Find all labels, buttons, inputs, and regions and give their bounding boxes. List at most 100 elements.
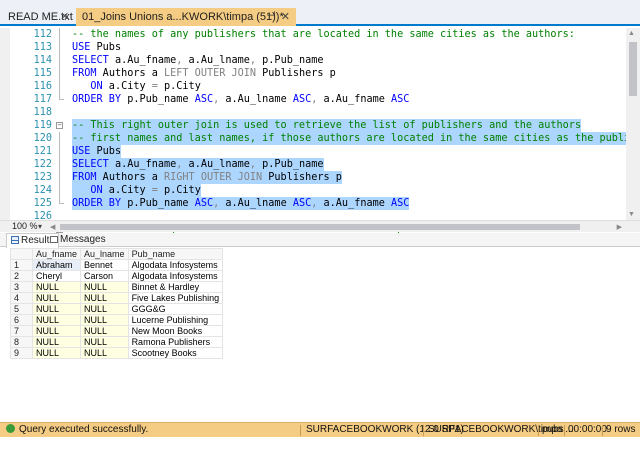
grid-cell[interactable]: Bennet <box>80 259 129 271</box>
code-lines[interactable]: 112 -- the names of any publishers that a… <box>10 28 640 236</box>
row-number-cell[interactable]: 1 <box>10 259 33 271</box>
grid-cell[interactable]: NULL <box>31 347 82 359</box>
grid-cell[interactable]: NULL <box>80 281 129 293</box>
row-number-cell[interactable]: 3 <box>10 281 33 293</box>
code-text[interactable]: USE Pubs <box>72 145 122 158</box>
column-header-pub-name[interactable]: Pub_name <box>127 248 224 260</box>
code-text[interactable]: ON a.City = p.City <box>72 184 201 197</box>
code-text[interactable]: FROM Authors a RIGHT OUTER JOIN Publishe… <box>72 171 342 184</box>
code-text[interactable]: ORDER BY p.Pub_name ASC, a.Au_lname ASC,… <box>72 93 409 106</box>
row-number-cell[interactable]: 8 <box>10 336 33 348</box>
column-header-au-fname[interactable]: Au_fname <box>31 248 82 260</box>
row-number-cell[interactable]: 7 <box>10 325 33 337</box>
row-number-cell[interactable]: 4 <box>10 292 33 304</box>
scroll-down-icon[interactable]: ▼ <box>628 211 635 218</box>
table-row[interactable]: 4 NULL NULL Five Lakes Publishing <box>10 292 224 304</box>
divider <box>602 425 603 436</box>
grid-cell[interactable]: NULL <box>80 292 129 304</box>
code-line[interactable]: 124 ON a.City = p.City <box>10 184 624 197</box>
code-text[interactable]: -- the names of any publishers that are … <box>72 28 575 41</box>
grid-cell[interactable]: NULL <box>80 303 129 315</box>
horizontal-scrollbar-thumb[interactable] <box>60 224 580 230</box>
code-text[interactable]: USE Pubs <box>72 41 121 54</box>
grid-cell[interactable]: NULL <box>31 292 82 304</box>
pin-icon[interactable]: ⊣ <box>266 7 276 25</box>
editor-vertical-scrollbar[interactable]: ▲ ▼ <box>626 28 640 220</box>
grid-cell[interactable]: New Moon Books <box>127 325 224 337</box>
code-line[interactable]: 119− -- This right outer join is used to … <box>10 119 624 132</box>
grid-cell[interactable]: NULL <box>31 303 82 315</box>
code-line[interactable]: 123 FROM Authors a RIGHT OUTER JOIN Publi… <box>10 171 624 184</box>
grid-cell[interactable]: NULL <box>80 314 129 326</box>
row-number-cell[interactable]: 5 <box>10 303 33 315</box>
code-line[interactable]: 115 FROM Authors a LEFT OUTER JOIN Publis… <box>10 67 624 80</box>
code-text[interactable]: FROM Authors a LEFT OUTER JOIN Publisher… <box>72 67 336 80</box>
chevron-down-icon[interactable]: ▾ <box>38 221 42 232</box>
row-number-cell[interactable]: 2 <box>10 270 33 282</box>
code-line[interactable]: 114 SELECT a.Au_fname, a.Au_lname, p.Pub_… <box>10 54 624 67</box>
zoom-level[interactable]: 100 % <box>12 221 38 232</box>
table-row[interactable]: 1 Abraham Bennet Algodata Infosystems <box>10 259 224 271</box>
fold-margin[interactable]: − <box>56 119 64 132</box>
code-line[interactable]: 122 SELECT a.Au_fname, a.Au_lname, p.Pub_… <box>10 158 624 171</box>
table-row[interactable]: 5 NULL NULL GGG&G <box>10 303 224 315</box>
grid-cell[interactable]: Cheryl <box>31 270 82 282</box>
row-number-cell[interactable]: 6 <box>10 314 33 326</box>
code-line[interactable]: 116 ON a.City = p.City <box>10 80 624 93</box>
code-line[interactable]: 118 <box>10 106 624 119</box>
row-number-header[interactable] <box>10 248 33 260</box>
grid-cell[interactable]: Carson <box>80 270 129 282</box>
column-header-au-lname[interactable]: Au_lname <box>80 248 129 260</box>
code-line[interactable]: 120 -- first names and last names, if tho… <box>10 132 640 145</box>
grid-cell[interactable]: GGG&G <box>127 303 224 315</box>
grid-cell[interactable]: NULL <box>80 347 129 359</box>
collapse-icon[interactable]: − <box>56 122 63 129</box>
grid-cell[interactable]: NULL <box>31 281 82 293</box>
status-database: pubs <box>542 424 564 435</box>
line-number: 117 <box>33 94 52 105</box>
code-text[interactable]: SELECT a.Au_fname, a.Au_lname, p.Pub_nam… <box>72 54 324 67</box>
code-line[interactable]: 125 ORDER BY p.Pub_name ASC, a.Au_lname A… <box>10 197 624 210</box>
scroll-left-icon[interactable]: ◀ <box>50 223 55 231</box>
grid-cell[interactable]: NULL <box>31 325 82 337</box>
grid-cell[interactable]: NULL <box>31 314 82 326</box>
code-line[interactable]: 113 USE Pubs <box>10 41 624 54</box>
grid-cell[interactable]: Five Lakes Publishing <box>127 292 224 304</box>
table-row[interactable]: 7 NULL NULL New Moon Books <box>10 325 224 337</box>
table-row[interactable]: 6 NULL NULL Lucerne Publishing <box>10 314 224 326</box>
grid-cell[interactable]: NULL <box>80 336 129 348</box>
scroll-right-icon[interactable]: ▶ <box>617 223 622 231</box>
tab-readme[interactable]: READ ME.txt ✕ <box>2 8 74 26</box>
divider <box>538 425 539 436</box>
grid-cell[interactable]: Binnet & Hardley <box>127 281 224 293</box>
code-line[interactable]: 117 ORDER BY p.Pub_name ASC, a.Au_lname A… <box>10 93 624 106</box>
row-number-cell[interactable]: 9 <box>10 347 33 359</box>
grid-cell[interactable]: NULL <box>80 325 129 337</box>
close-icon[interactable]: ✕ <box>60 8 69 26</box>
table-row[interactable]: 9 NULL NULL Scootney Books <box>10 347 224 359</box>
tab-query-active[interactable]: 01_Joins Unions a...KWORK\timpa (51))* ⊣… <box>76 8 296 26</box>
code-line[interactable]: 112 -- the names of any publishers that a… <box>10 28 624 41</box>
code-text[interactable]: ON a.City = p.City <box>72 80 200 93</box>
grid-cell[interactable]: Algodata Infosystems <box>127 259 224 271</box>
code-text[interactable]: ORDER BY p.Pub_name ASC, a.Au_lname ASC,… <box>72 197 410 210</box>
sql-editor[interactable]: 112 -- the names of any publishers that a… <box>0 28 640 235</box>
scrollbar-thumb[interactable] <box>629 42 637 96</box>
grid-cell[interactable]: Scootney Books <box>127 347 224 359</box>
table-row[interactable]: 2 Cheryl Carson Algodata Infosystems <box>10 270 224 282</box>
grid-cell[interactable]: Abraham <box>31 259 82 271</box>
grid-cell[interactable]: NULL <box>31 336 82 348</box>
table-row[interactable]: 8 NULL NULL Ramona Publishers <box>10 336 224 348</box>
code-token: ASC <box>391 198 410 209</box>
tab-messages[interactable]: Messages <box>50 233 106 247</box>
code-line[interactable]: 121 USE Pubs <box>10 145 624 158</box>
code-text[interactable]: -- This right outer join is used to retr… <box>72 119 582 132</box>
close-icon[interactable]: ✕ <box>281 8 290 26</box>
grid-cell[interactable]: Algodata Infosystems <box>127 270 224 282</box>
grid-cell[interactable]: Ramona Publishers <box>127 336 224 348</box>
code-text[interactable]: -- first names and last names, if those … <box>72 132 640 145</box>
table-row[interactable]: 3 NULL NULL Binnet & Hardley <box>10 281 224 293</box>
grid-cell[interactable]: Lucerne Publishing <box>127 314 224 326</box>
code-text[interactable]: SELECT a.Au_fname, a.Au_lname, p.Pub_nam… <box>72 158 324 171</box>
scroll-up-icon[interactable]: ▲ <box>628 30 635 37</box>
